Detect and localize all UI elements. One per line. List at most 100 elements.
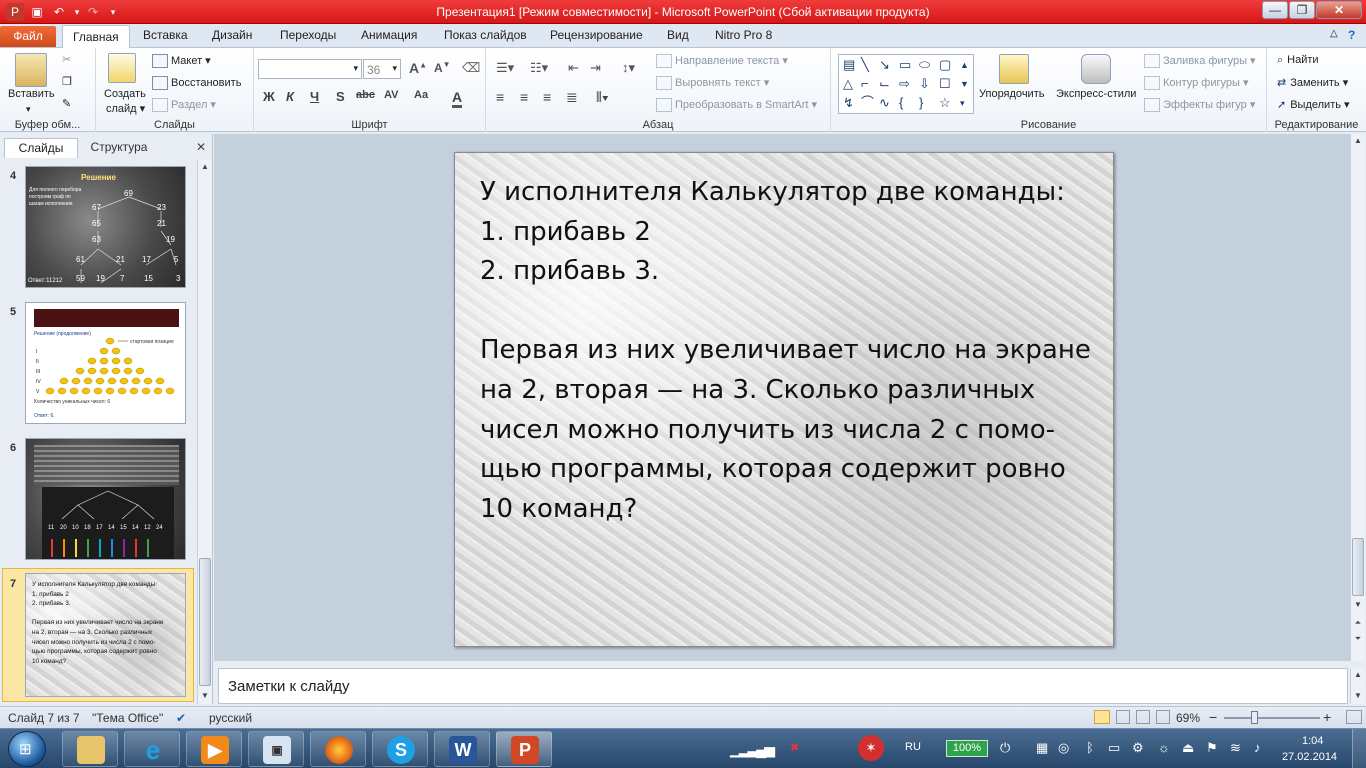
star-shape-icon[interactable]: ☆ — [939, 96, 951, 110]
scroll-down-icon[interactable]: ▼ — [198, 689, 212, 703]
action-center-flag-icon[interactable]: ⚑ — [1206, 740, 1218, 756]
triangle-shape-icon[interactable]: △ — [843, 77, 853, 91]
bold-button[interactable]: Ж — [263, 89, 275, 104]
tab-design[interactable]: Дизайн — [212, 28, 252, 42]
paste-dropdown-icon[interactable]: ▾ — [26, 104, 31, 115]
next-slide-icon[interactable]: ⏷ — [1351, 632, 1365, 646]
minimize-ribbon-icon[interactable]: △ — [1330, 28, 1338, 39]
callout-shape-icon[interactable]: ☐ — [939, 77, 951, 91]
restore-button[interactable]: ❐ — [1289, 1, 1315, 19]
gallery-down-icon[interactable]: ▼ — [960, 77, 969, 91]
new-slide-button[interactable]: Создать — [104, 88, 146, 100]
shadow-button[interactable]: S — [336, 89, 345, 104]
reset-button[interactable]: Восстановить — [152, 76, 241, 90]
down-arrow-shape-icon[interactable]: ⇩ — [919, 77, 930, 91]
show-desktop-button[interactable] — [1352, 729, 1366, 768]
fit-to-window-icon[interactable] — [1346, 710, 1362, 724]
align-right-icon[interactable]: ≡ — [543, 89, 551, 105]
new-slide-dropdown[interactable]: слайд ▾ — [106, 102, 145, 115]
tab-file[interactable]: Файл — [0, 26, 56, 47]
clear-formatting-icon[interactable]: ⌫ — [462, 60, 480, 76]
scroll-down-icon[interactable]: ▼ — [1351, 689, 1365, 703]
cut-icon[interactable]: ✂ — [62, 53, 71, 66]
textbox-shape-icon[interactable]: ▤ — [843, 58, 855, 72]
elbow-shape-icon[interactable]: ⌙ — [879, 77, 890, 91]
arrow-line-shape-icon[interactable]: ↘ — [879, 58, 890, 72]
connector-shape-icon[interactable]: ⌐ — [861, 77, 869, 91]
clock-date[interactable]: 27.02.2014 — [1282, 751, 1337, 763]
zoom-slider-track[interactable] — [1224, 717, 1320, 719]
tab-insert[interactable]: Вставка — [143, 28, 188, 42]
convert-smartart-button[interactable]: Преобразовать в SmartArt ▾ — [656, 98, 817, 113]
reading-view-icon[interactable] — [1136, 710, 1150, 724]
zoom-out-button[interactable]: − — [1209, 709, 1217, 725]
scrollbar-thumb[interactable] — [199, 558, 211, 686]
normal-view-icon[interactable] — [1094, 710, 1110, 724]
line-spacing-icon[interactable]: ↕▾ — [622, 60, 635, 76]
shape-outline-button[interactable]: Контур фигуры ▾ — [1144, 76, 1249, 91]
underline-button[interactable]: Ч — [310, 89, 319, 104]
slide-canvas[interactable]: У исполнителя Калькулятор две команды: 1… — [454, 152, 1114, 647]
arrange-button[interactable]: Упорядочить — [979, 88, 1044, 100]
align-center-icon[interactable]: ≡ — [520, 89, 528, 105]
zoom-slider-thumb[interactable] — [1251, 711, 1258, 724]
italic-button[interactable]: К — [286, 89, 294, 104]
clock-time[interactable]: 1:04 — [1302, 735, 1323, 747]
arc-shape-icon[interactable]: ⌒ — [861, 96, 874, 110]
slides-panel-scrollbar[interactable]: ▲ ▼ — [197, 160, 212, 704]
shape-effects-button[interactable]: Эффекты фигур ▾ — [1144, 98, 1255, 113]
font-size-combo[interactable]: 36 ▾ — [363, 59, 401, 79]
help-icon[interactable]: ? — [1348, 28, 1355, 42]
format-painter-icon[interactable]: ✎ — [62, 97, 71, 110]
tab-home[interactable]: Главная — [62, 25, 130, 49]
grow-font-icon[interactable]: A▲ — [409, 60, 427, 76]
scroll-up-icon[interactable]: ▲ — [1351, 668, 1365, 682]
slide-text-box[interactable]: У исполнителя Калькулятор две команды: 1… — [480, 173, 1105, 529]
antivirus-icon[interactable]: ✶ — [858, 735, 884, 761]
layout-button[interactable]: Макет ▾ — [152, 54, 211, 69]
taskbar-explorer[interactable] — [62, 731, 118, 767]
bluetooth-icon[interactable]: ᛒ — [1086, 740, 1094, 755]
tab-outline-panel[interactable]: Структура — [82, 138, 156, 158]
tab-transitions[interactable]: Переходы — [280, 28, 336, 42]
battery-indicator[interactable]: 100% — [946, 740, 988, 757]
brace-left-shape-icon[interactable]: { — [899, 96, 903, 110]
tab-animations[interactable]: Анимация — [361, 28, 417, 42]
strikethrough-button[interactable]: abc — [356, 89, 375, 101]
network-icon[interactable]: ▦ — [1036, 740, 1048, 756]
rounded-rect-shape-icon[interactable]: ▢ — [939, 58, 951, 72]
notes-pane[interactable]: Заметки к слайду — [218, 668, 1348, 704]
section-button[interactable]: Раздел ▾ — [152, 98, 216, 113]
network-disconnected-icon[interactable]: ✖ — [790, 741, 799, 754]
tab-slideshow[interactable]: Показ слайдов — [444, 28, 527, 42]
tab-slides-panel[interactable]: Слайды — [4, 138, 78, 158]
curve-shape-icon[interactable]: ↯ — [843, 96, 854, 110]
align-text-button[interactable]: Выровнять текст ▾ — [656, 76, 769, 91]
numbering-icon[interactable]: ☷▾ — [530, 60, 548, 76]
select-button[interactable]: ➚ Выделить ▾ — [1277, 98, 1350, 111]
language-indicator[interactable]: русский — [209, 711, 252, 725]
close-panel-button[interactable]: ✕ — [193, 138, 209, 158]
font-name-combo[interactable]: ▾ — [258, 59, 362, 79]
wifi-icon[interactable]: ≋ — [1230, 740, 1241, 756]
start-button[interactable]: ⊞ — [8, 731, 46, 767]
theme-name[interactable]: "Тема Office" — [92, 711, 163, 725]
replace-button[interactable]: ⇄ Заменить ▾ — [1277, 76, 1348, 89]
gallery-more-icon[interactable]: ▾ — [960, 96, 965, 110]
close-button[interactable]: ✕ — [1316, 1, 1362, 19]
right-arrow-shape-icon[interactable]: ⇨ — [899, 77, 910, 91]
taskbar-powerpoint[interactable]: P — [496, 731, 552, 767]
columns-icon[interactable]: ⫴▾ — [596, 89, 609, 106]
tray-tools-icon[interactable]: ⚙ — [1132, 740, 1144, 756]
rectangle-shape-icon[interactable]: ▭ — [899, 58, 911, 72]
shrink-font-icon[interactable]: A▼ — [434, 60, 451, 75]
font-color-button[interactable]: A — [452, 89, 463, 108]
taskbar-firefox[interactable] — [310, 731, 366, 767]
spellcheck-icon[interactable]: ✔ — [176, 711, 186, 725]
slide-thumbnail-7[interactable]: У исполнителя Калькулятор две команды: 1… — [25, 573, 186, 697]
taskbar-skype[interactable]: S — [372, 731, 428, 767]
previous-slide-icon[interactable]: ⏶ — [1351, 616, 1365, 630]
usb-icon[interactable]: ⏏ — [1182, 740, 1194, 756]
language-bar[interactable]: RU — [905, 741, 921, 753]
quick-styles-button[interactable]: Экспресс-стили — [1056, 88, 1136, 100]
